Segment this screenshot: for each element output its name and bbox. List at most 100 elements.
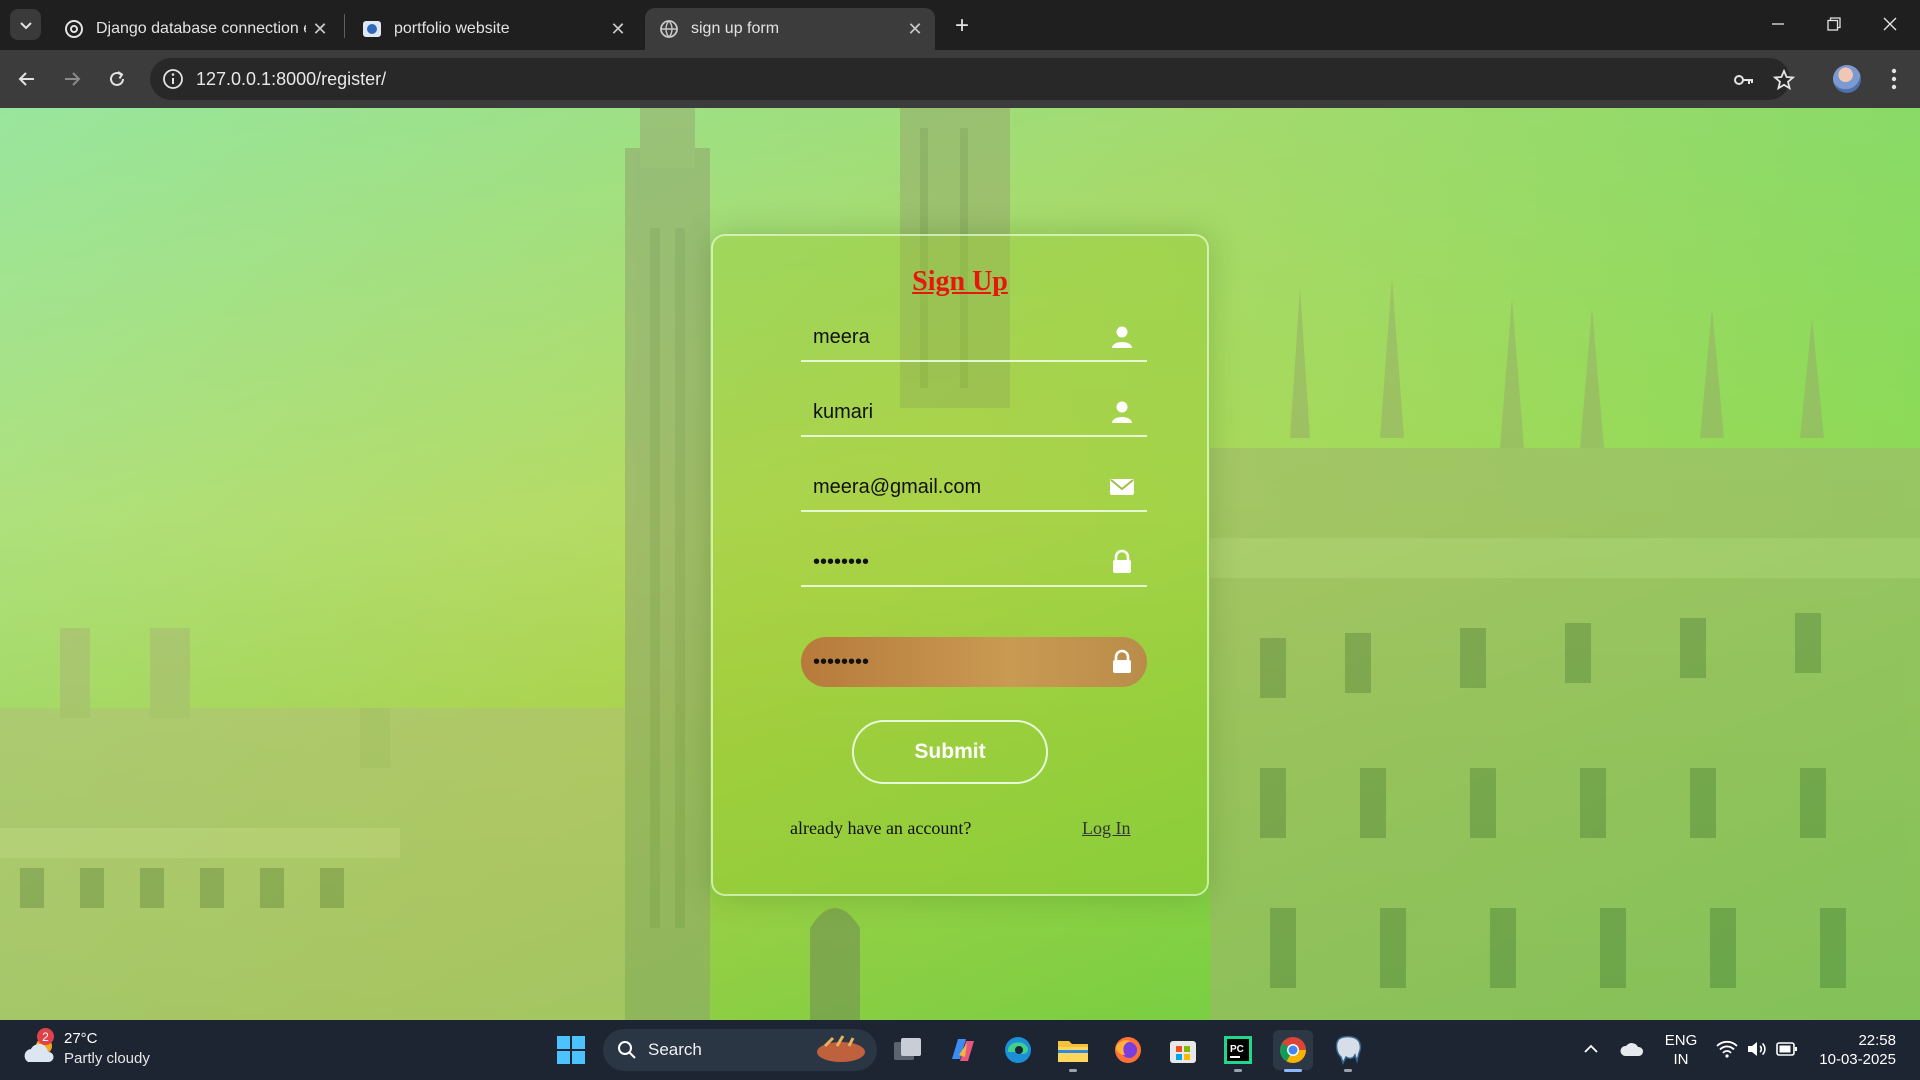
close-icon[interactable]: ✕ [306,19,334,40]
postgresql-icon [1335,1035,1362,1065]
submit-button[interactable]: Submit [852,720,1048,784]
star-icon[interactable] [1772,68,1796,92]
file-explorer-button[interactable] [1053,1030,1093,1072]
language-code: ENG [1664,1032,1698,1049]
store-icon [1170,1041,1196,1063]
copilot-icon [952,1039,974,1061]
key-icon[interactable] [1732,68,1756,92]
globe-icon [659,19,679,39]
close-window-button[interactable] [1862,8,1918,40]
confirm-password-value: •••••••• [813,651,870,673]
pycharm-icon: PC [1224,1036,1252,1064]
svg-text:PC: PC [1230,1044,1244,1055]
tab-title: sign up form [691,20,780,37]
close-icon[interactable]: ✕ [604,19,632,40]
copilot-button[interactable] [943,1030,983,1070]
running-indicator [1344,1069,1352,1072]
forward-button[interactable] [56,63,88,95]
tab-title: Django database connection er [96,20,306,37]
last-name-field[interactable]: kumari [801,387,1147,437]
edge-button[interactable] [998,1030,1038,1070]
kebab-menu-icon[interactable] [1882,66,1906,92]
password-field[interactable]: •••••••• [801,537,1147,587]
search-label: Search [648,1040,702,1059]
tab-signup[interactable]: sign up form ✕ [645,8,935,50]
envelope-icon [1110,479,1134,495]
first-name-value: meera [813,326,870,348]
weather-condition: Partly cloudy [64,1050,150,1067]
search-highlight-icon [817,1035,865,1062]
running-indicator [1234,1069,1242,1072]
minimize-icon [1772,23,1784,25]
store-button[interactable] [1163,1030,1203,1070]
volume-icon[interactable] [1746,1040,1768,1058]
arrow-right-icon [65,72,81,86]
email-field[interactable]: meera@gmail.com [801,462,1147,512]
close-icon [1883,17,1897,31]
chrome-button[interactable] [1273,1030,1313,1072]
close-icon[interactable]: ✕ [901,19,929,40]
restore-icon [1827,17,1841,31]
page-background: Sign Up meera kumari meera@gmail.com •••… [0,108,1920,1020]
wifi-icon[interactable] [1716,1040,1738,1058]
running-indicator [1284,1069,1302,1072]
chevron-down-icon [19,21,32,29]
minimize-button[interactable] [1750,8,1806,40]
start-button[interactable] [551,1030,591,1070]
last-name-value: kumari [813,401,874,423]
user-icon [1112,326,1132,348]
lock-icon [1113,649,1131,673]
password-value: •••••••• [813,551,870,573]
signup-card: Sign Up meera kumari meera@gmail.com •••… [711,234,1209,896]
user-icon [1112,401,1132,423]
confirm-password-field[interactable]: •••••••• [801,637,1147,687]
lock-icon [1113,549,1131,573]
profile-avatar[interactable] [1833,65,1861,93]
tab-strip: Django database connection er ✕ portfoli… [0,0,1920,50]
restore-button[interactable] [1806,8,1862,40]
arrow-left-icon [18,72,34,86]
system-clock[interactable]: 22:58 10-03-2025 [1819,1031,1896,1069]
chevron-up-icon[interactable] [1583,1042,1599,1056]
email-value: meera@gmail.com [813,476,982,498]
tab-search-button[interactable] [10,9,41,40]
form-title: Sign Up [912,266,1008,297]
first-name-field[interactable]: meera [801,312,1147,362]
clock-time: 22:58 [1858,1032,1896,1049]
pycharm-button[interactable]: PC [1218,1030,1258,1072]
tab-title: portfolio website [394,20,510,37]
postgres-button[interactable] [1328,1030,1368,1072]
task-view-icon [894,1038,921,1060]
tab-divider [344,14,345,38]
openai-icon [64,19,84,39]
firefox-icon [1115,1037,1141,1063]
login-link[interactable]: Log In [1082,818,1131,839]
chrome-icon [1279,1037,1307,1064]
site-icon [362,19,382,39]
folder-icon [1058,1041,1088,1062]
firefox-button[interactable] [1108,1030,1148,1070]
task-view-button[interactable] [888,1030,928,1070]
search-icon [618,1041,636,1059]
url-text: 127.0.0.1:8000/register/ [196,69,387,89]
reload-icon [110,71,124,86]
notification-badge: 2 [37,1028,54,1045]
running-indicator [1069,1069,1077,1072]
edge-icon [1005,1037,1031,1063]
reload-button[interactable] [101,63,133,95]
language-indicator[interactable]: ENG IN [1660,1031,1702,1069]
back-button[interactable] [11,63,43,95]
tab-django[interactable]: Django database connection er ✕ [50,8,340,50]
browser-toolbar: 127.0.0.1:8000/register/ [0,50,1920,108]
weather-widget[interactable]: 2 27°C Partly cloudy [22,1028,172,1072]
clock-date: 10-03-2025 [1819,1051,1896,1068]
weather-temp: 27°C [64,1030,98,1047]
battery-icon[interactable] [1776,1041,1798,1057]
new-tab-button[interactable]: + [948,12,976,40]
onedrive-icon[interactable] [1620,1040,1644,1058]
tab-portfolio[interactable]: portfolio website ✕ [348,8,638,50]
site-info-icon[interactable] [162,68,184,90]
address-bar[interactable]: 127.0.0.1:8000/register/ [150,58,1796,100]
windows-icon [557,1036,585,1064]
taskbar-search[interactable]: Search [603,1029,877,1071]
